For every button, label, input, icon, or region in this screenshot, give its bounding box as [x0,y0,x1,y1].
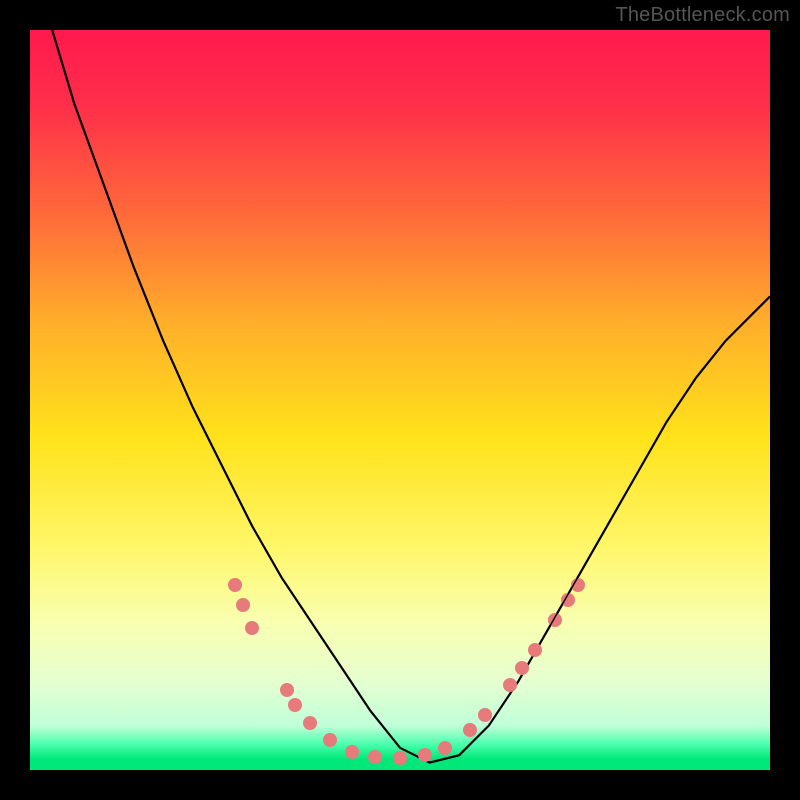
bottleneck-curve-path [52,30,770,763]
plot-area [30,30,770,770]
marker-bottom-0 [345,745,359,759]
marker-right-0 [463,723,477,737]
chart-overlay [30,30,770,770]
marker-right-2 [503,678,517,692]
marker-bottom-2 [393,751,407,765]
marker-bottom-3 [418,748,432,762]
marker-right-3 [515,661,529,675]
marker-right-1 [478,708,492,722]
marker-left-2 [245,621,259,635]
watermark-text: TheBottleneck.com [615,4,790,27]
marker-right-4 [528,643,542,657]
marker-left-5 [303,716,317,730]
stage: TheBottleneck.com [0,0,800,800]
marker-bottom-1 [368,750,382,764]
marker-bottom-4 [438,741,452,755]
marker-left-3 [280,683,294,697]
marker-left-6 [323,733,337,747]
marker-left-1 [236,598,250,612]
marker-group [228,578,585,765]
marker-left-0 [228,578,242,592]
marker-left-4 [288,698,302,712]
